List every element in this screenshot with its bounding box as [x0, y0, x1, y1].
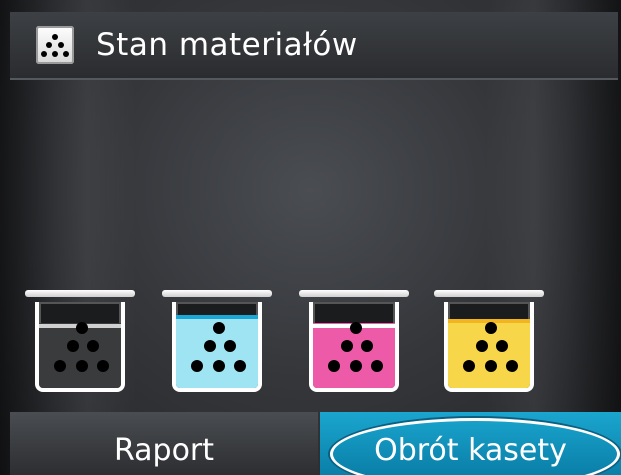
cartridge-dot [496, 340, 508, 352]
cartridge-dot [213, 360, 225, 372]
cartridge-lid [299, 290, 409, 297]
cartridge-dot [485, 322, 497, 334]
cartridge-dot [67, 340, 79, 352]
title-bar: Stan materiałów [10, 12, 618, 80]
rotate-cartridge-button[interactable]: Obrót kasety [320, 412, 621, 475]
cartridge-lid [162, 290, 272, 297]
page-title: Stan materiałów [96, 27, 358, 63]
cartridge-dot [234, 360, 246, 372]
cartridge-body [172, 302, 262, 392]
cartridge-dot [76, 322, 88, 334]
cartridge-body [444, 302, 534, 392]
cartridge-dot [350, 360, 362, 372]
cartridge-body [309, 302, 399, 392]
cartridge-dot [341, 340, 353, 352]
cartridge-lid [434, 290, 544, 297]
cartridge-dot [371, 360, 383, 372]
cartridge-dot [87, 340, 99, 352]
cartridge-dot [350, 322, 362, 334]
cartridge-dot [213, 322, 225, 334]
supplies-icon [36, 26, 74, 64]
cartridge-dot [224, 340, 236, 352]
report-button[interactable]: Raport [10, 412, 318, 475]
black-cartridge-icon[interactable] [25, 290, 135, 400]
printer-display: Stan materiałów Raport Obrót kasety [0, 0, 621, 475]
cartridge-dot [97, 360, 109, 372]
cyan-cartridge-icon[interactable] [162, 290, 272, 400]
cartridge-dot [476, 340, 488, 352]
cartridge-dot [54, 360, 66, 372]
yellow-cartridge-icon[interactable] [434, 290, 544, 400]
softkey-bar: Raport Obrót kasety [0, 412, 621, 475]
cartridge-dot [204, 340, 216, 352]
cartridge-dot [191, 360, 203, 372]
cartridge-dot [328, 360, 340, 372]
cartridge-stripe [176, 315, 258, 319]
cartridge-dot [506, 360, 518, 372]
cartridge-dot [361, 340, 373, 352]
cartridge-dot [76, 360, 88, 372]
cartridge-dot [463, 360, 475, 372]
cartridge-lid [25, 290, 135, 297]
cartridge-body [35, 302, 125, 392]
cartridge-dot [485, 360, 497, 372]
magenta-cartridge-icon[interactable] [299, 290, 409, 400]
